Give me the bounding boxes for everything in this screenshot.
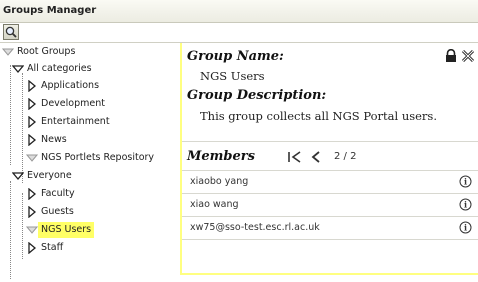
tree-item-guests[interactable]: Guests [26, 204, 77, 220]
triangle-right-icon [28, 187, 37, 200]
tree-item-ngs-users[interactable]: NGS Users [26, 222, 95, 238]
members-heading: Members [187, 149, 255, 164]
tree-item-label: Guests [41, 206, 74, 217]
svg-text:i: i [464, 223, 467, 233]
tree-item-news[interactable]: News [26, 132, 70, 148]
group-description-value: This group collects all NGS Portal users… [200, 109, 437, 123]
tree-item-label: Staff [41, 242, 64, 253]
group-name-label: Group Name: [187, 49, 284, 64]
triangle-right-icon [28, 97, 37, 110]
svg-text:i: i [464, 177, 467, 187]
group-description-label: Group Description: [187, 88, 327, 103]
window-titlebar: Groups Manager [0, 0, 478, 23]
triangle-down-icon [12, 171, 24, 180]
member-name: xiaobo yang [190, 176, 249, 187]
member-name: xw75@sso-test.esc.rl.ac.uk [190, 222, 320, 233]
member-row[interactable]: xw75@sso-test.esc.rl.ac.uk i [182, 217, 478, 240]
tree-guide-line [10, 65, 12, 165]
delete-icon[interactable] [461, 49, 475, 63]
tree-guide-line [22, 73, 24, 183]
divider [182, 141, 478, 142]
tree-item-faculty[interactable]: Faculty [26, 186, 78, 202]
tree-item-development[interactable]: Development [26, 96, 108, 112]
tree-item-root-groups[interactable]: Root Groups [2, 44, 78, 60]
group-tree: Root Groups All categories Applications … [0, 43, 180, 282]
magnifier-icon [5, 26, 17, 38]
tree-item-all-categories[interactable]: All categories [12, 61, 95, 77]
member-row[interactable]: xiaobo yang i [182, 171, 478, 194]
info-icon[interactable]: i [459, 175, 472, 188]
previous-page-icon[interactable] [309, 150, 323, 164]
window-title: Groups Manager [3, 5, 97, 16]
triangle-down-icon [2, 48, 14, 56]
info-icon[interactable]: i [459, 221, 472, 234]
triangle-down-icon [26, 226, 38, 234]
member-row[interactable]: xiao wang i [182, 194, 478, 217]
tree-item-label: NGS Users [38, 222, 95, 238]
tree-item-label: Entertainment [41, 116, 110, 127]
tree-item-label: Root Groups [17, 46, 76, 57]
tree-item-entertainment[interactable]: Entertainment [26, 114, 113, 130]
group-name-value: NGS Users [200, 69, 265, 83]
triangle-right-icon [28, 205, 37, 218]
page-indicator: 2 / 2 [334, 151, 357, 162]
info-icon[interactable]: i [459, 198, 472, 211]
tree-item-label: Development [41, 98, 105, 109]
tree-item-staff[interactable]: Staff [26, 240, 66, 256]
tree-guide-line [22, 193, 24, 259]
tree-guide-line [10, 181, 12, 279]
lock-icon[interactable] [444, 48, 458, 63]
triangle-right-icon [28, 79, 37, 92]
triangle-right-icon [28, 241, 37, 254]
tree-item-label: NGS Portlets Repository [41, 152, 155, 163]
tree-item-applications[interactable]: Applications [26, 78, 102, 94]
member-name: xiao wang [190, 199, 239, 210]
tree-item-label: Everyone [27, 170, 72, 181]
first-page-icon[interactable] [287, 150, 303, 164]
triangle-right-icon [28, 115, 37, 128]
tree-item-ngs-portlets-repository[interactable]: NGS Portlets Repository [26, 150, 157, 166]
search-button[interactable] [3, 24, 19, 40]
tree-item-label: Faculty [41, 188, 75, 199]
triangle-right-icon [28, 133, 37, 146]
tree-item-label: News [41, 134, 67, 145]
group-details-pane: Group Name: NGS Users Group Description:… [180, 43, 478, 275]
tree-item-everyone[interactable]: Everyone [12, 168, 75, 184]
triangle-down-icon [26, 154, 38, 162]
tree-item-label: Applications [41, 80, 100, 91]
triangle-down-icon [12, 64, 24, 73]
tree-item-label: All categories [27, 63, 92, 74]
svg-text:i: i [464, 200, 467, 210]
